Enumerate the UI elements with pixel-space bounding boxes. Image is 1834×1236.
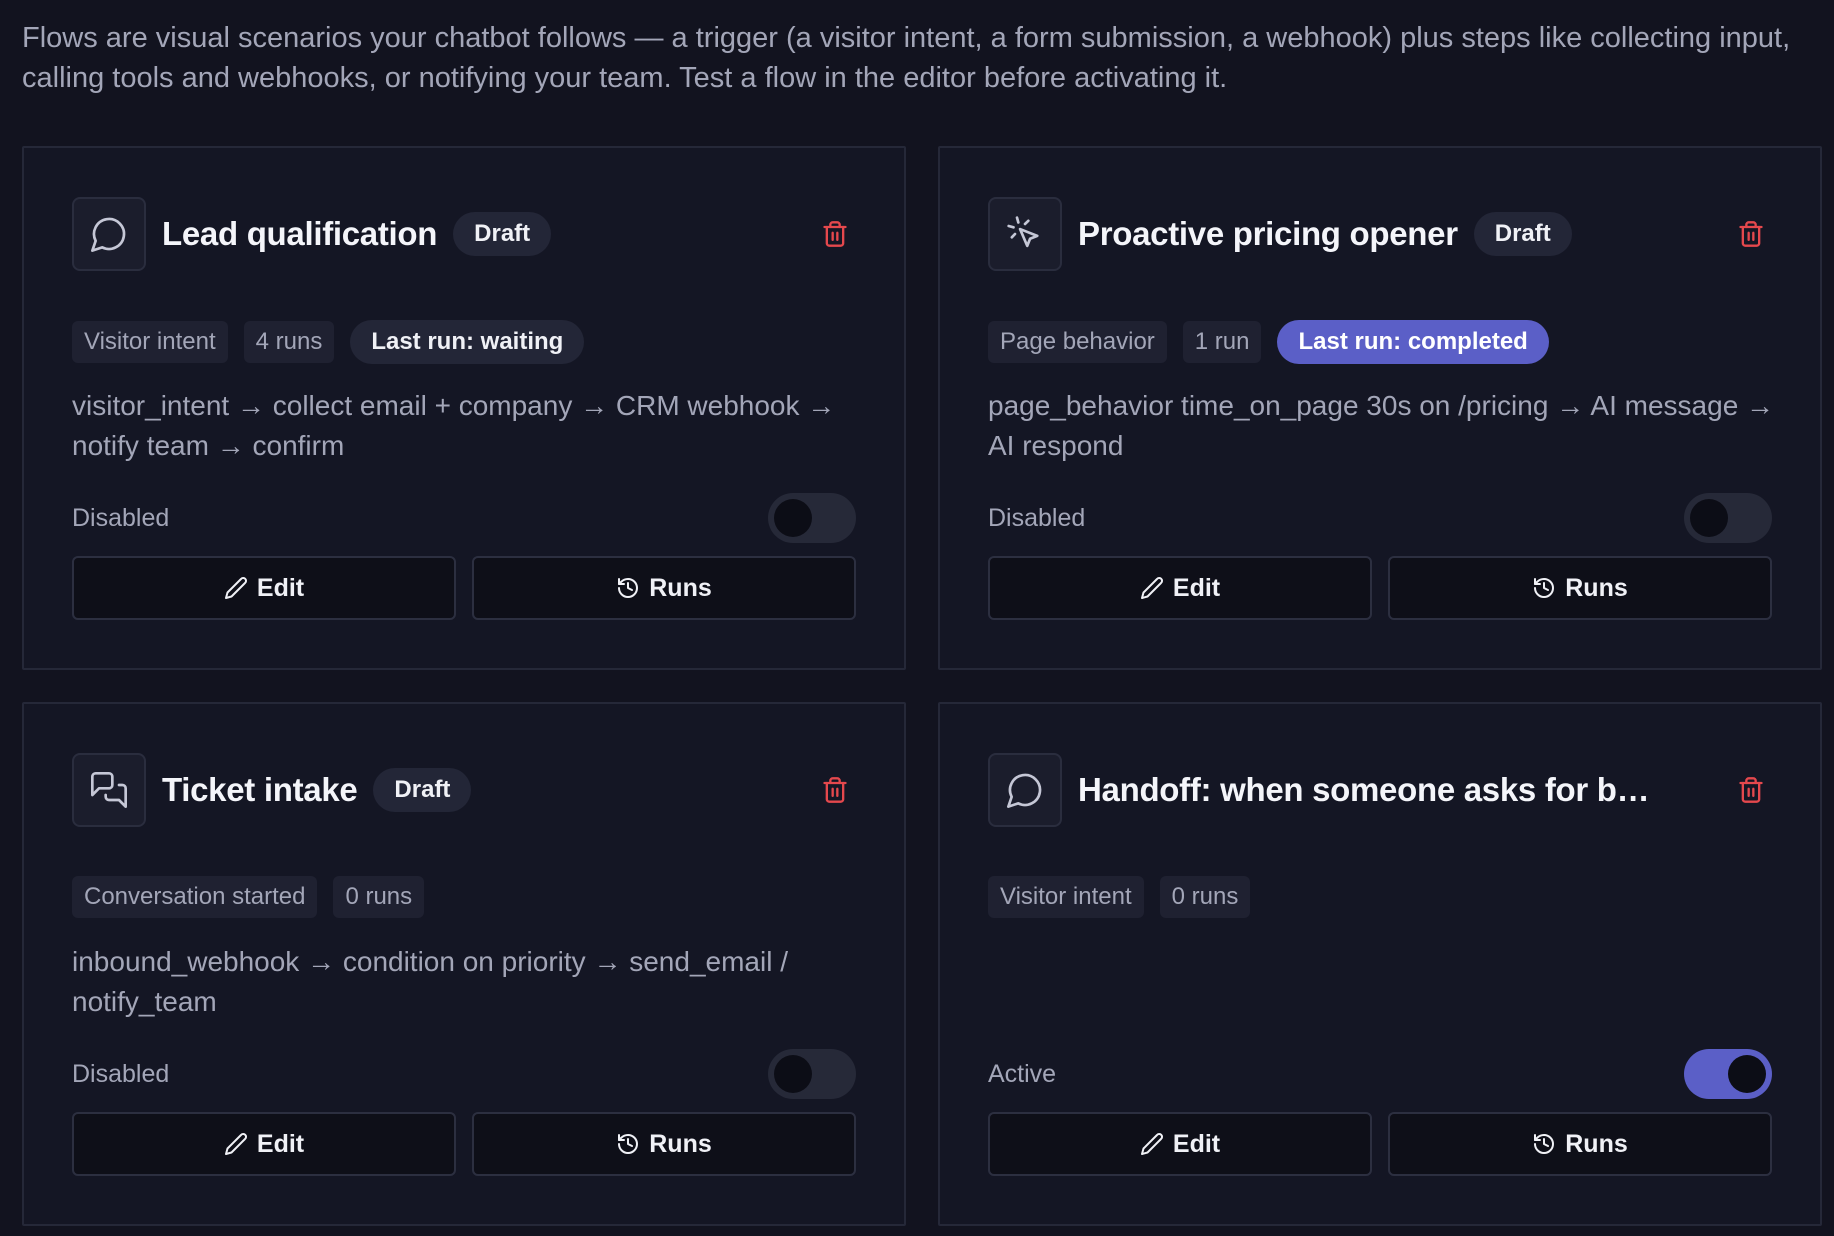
runs-button-label: Runs (649, 573, 712, 602)
enable-toggle[interactable] (768, 493, 856, 543)
status-label: Disabled (988, 503, 1086, 532)
runs-button[interactable]: Runs (472, 1112, 856, 1176)
status-row: Disabled (72, 492, 856, 544)
draft-badge: Draft (373, 768, 472, 812)
toggle-knob (774, 1055, 812, 1093)
runs-count-chip: 4 runs (243, 321, 335, 363)
cursor-click-icon (988, 197, 1062, 271)
enable-toggle[interactable] (1684, 493, 1772, 543)
flow-meta: Conversation started 0 runs (72, 876, 425, 918)
enable-toggle[interactable] (768, 1049, 856, 1099)
flow-description: visitor_intent → collect email + company… (72, 390, 836, 461)
flow-actions: Edit Runs (72, 1112, 856, 1176)
edit-button[interactable]: Edit (988, 1112, 1372, 1176)
edit-button[interactable]: Edit (72, 1112, 456, 1176)
draft-badge: Draft (1473, 212, 1572, 256)
history-icon (618, 578, 639, 598)
delete-flow-button[interactable] (1730, 769, 1772, 811)
trigger-chip: Page behavior (988, 321, 1167, 363)
status-row: Disabled (72, 1048, 856, 1100)
flow-card-header: Lead qualification Draft (72, 196, 856, 272)
flow-meta: Page behavior 1 run Last run: completed (988, 320, 1549, 364)
pencil-icon (224, 1133, 247, 1155)
flow-card-header: Handoff: when someone asks for buying... (988, 752, 1772, 828)
flow-actions: Edit Runs (988, 1112, 1772, 1176)
trash-icon (823, 221, 847, 247)
flow-actions: Edit Runs (72, 556, 856, 620)
flow-card-header: Proactive pricing opener Draft (988, 196, 1772, 272)
history-icon (618, 1134, 639, 1154)
pencil-icon (1140, 1133, 1163, 1155)
flow-card-lead-qualification: Lead qualification Draft Visitor intent … (22, 146, 906, 670)
history-icon (1534, 1134, 1555, 1154)
runs-button[interactable]: Runs (472, 556, 856, 620)
status-row: Disabled (988, 492, 1772, 544)
runs-count-chip: 0 runs (333, 876, 425, 918)
enable-toggle[interactable] (1684, 1049, 1772, 1099)
flow-actions: Edit Runs (988, 556, 1772, 620)
trash-icon (1739, 221, 1763, 247)
flow-title: Lead qualification (162, 215, 438, 252)
trigger-chip: Visitor intent (72, 321, 228, 363)
trash-icon (1739, 777, 1763, 803)
flow-title: Handoff: when someone asks for buying... (1078, 771, 1668, 808)
history-icon (1534, 578, 1555, 598)
last-run-badge: Last run: waiting (350, 320, 585, 364)
status-label: Disabled (72, 503, 170, 532)
flow-title: Proactive pricing opener (1078, 215, 1458, 252)
status-row: Active (988, 1048, 1772, 1100)
runs-button-label: Runs (1565, 573, 1628, 602)
flow-description: page_behavior time_on_page 30s on /prici… (988, 390, 1775, 461)
flow-meta: Visitor intent 4 runs Last run: waiting (72, 320, 585, 364)
flow-meta: Visitor intent 0 runs (988, 876, 1251, 918)
draft-badge: Draft (453, 212, 552, 256)
edit-button[interactable]: Edit (72, 556, 456, 620)
runs-count-chip: 1 run (1182, 321, 1262, 363)
page-intro: Flows are visual scenarios your chatbot … (22, 22, 1791, 94)
trigger-chip: Visitor intent (988, 876, 1144, 918)
runs-button-label: Runs (649, 1129, 712, 1158)
chat-bubbles-icon (72, 753, 146, 827)
pencil-icon (1140, 577, 1163, 599)
runs-button[interactable]: Runs (1388, 1112, 1772, 1176)
pencil-icon (224, 577, 247, 599)
runs-count-chip: 0 runs (1159, 876, 1251, 918)
toggle-knob (774, 499, 812, 537)
chat-bubble-icon (988, 753, 1062, 827)
edit-button-label: Edit (256, 1129, 305, 1158)
edit-button-label: Edit (1172, 573, 1221, 602)
toggle-knob (1690, 499, 1728, 537)
runs-button-label: Runs (1565, 1129, 1628, 1158)
flow-card-header: Ticket intake Draft (72, 752, 856, 828)
chat-bubble-icon (72, 197, 146, 271)
delete-flow-button[interactable] (814, 213, 856, 255)
delete-flow-button[interactable] (1730, 213, 1772, 255)
runs-button[interactable]: Runs (1388, 556, 1772, 620)
flow-card-proactive-pricing-opener: Proactive pricing opener Draft Page beha… (938, 146, 1822, 670)
trigger-chip: Conversation started (72, 876, 318, 918)
flows-grid: Lead qualification Draft Visitor intent … (22, 146, 1822, 1226)
edit-button[interactable]: Edit (988, 556, 1372, 620)
flow-card-handoff: Handoff: when someone asks for buying...… (938, 702, 1822, 1226)
toggle-knob (1728, 1055, 1766, 1093)
last-run-badge: Last run: completed (1277, 320, 1549, 364)
edit-button-label: Edit (256, 573, 305, 602)
status-label: Active (988, 1059, 1057, 1088)
flow-card-ticket-intake: Ticket intake Draft Conversation started… (22, 702, 906, 1226)
flow-description: inbound_webhook → condition on priority … (72, 946, 788, 1017)
trash-icon (823, 777, 847, 803)
flow-title: Ticket intake (162, 771, 358, 808)
delete-flow-button[interactable] (814, 769, 856, 811)
status-label: Disabled (72, 1059, 170, 1088)
edit-button-label: Edit (1172, 1129, 1221, 1158)
